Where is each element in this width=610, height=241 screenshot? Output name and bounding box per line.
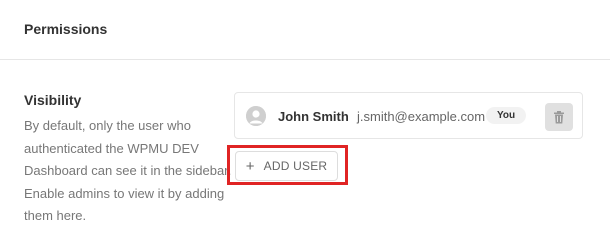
you-badge: You <box>486 107 527 124</box>
visibility-title: Visibility <box>24 92 82 108</box>
add-user-label: ADD USER <box>263 159 328 173</box>
add-user-button[interactable]: + ADD USER <box>235 151 338 181</box>
delete-user-button[interactable] <box>545 103 573 131</box>
panel-title: Permissions <box>24 21 108 37</box>
user-card: John Smith j.smith@example.com You <box>234 92 583 139</box>
visibility-description: By default, only the user who authentica… <box>24 118 232 223</box>
user-name: John Smith <box>278 109 349 124</box>
user-email: j.smith@example.com <box>357 109 486 124</box>
plus-icon: + <box>245 157 255 175</box>
user-avatar-icon <box>246 106 266 126</box>
visibility-section: Visibility By default, only the user who… <box>24 92 234 228</box>
avatar <box>246 106 266 126</box>
trash-icon <box>554 110 564 123</box>
panel-header: Permissions <box>0 0 610 60</box>
